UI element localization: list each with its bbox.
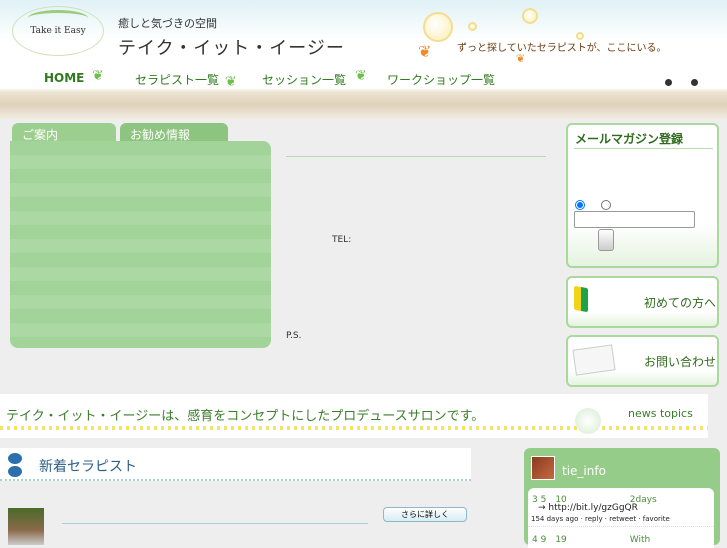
divider (286, 156, 546, 157)
tagline: 癒しと気づきの空間 (118, 17, 217, 30)
bubble-decoration (468, 22, 477, 31)
therapist-photo[interactable] (8, 508, 44, 545)
more-details-button[interactable]: さらに詳しく (383, 507, 467, 522)
contact-button[interactable]: お問い合わせ (566, 335, 719, 387)
unsubscribe-radio[interactable] (601, 200, 611, 210)
site-logo[interactable]: Take it Easy (12, 6, 104, 56)
nav-sessions[interactable]: セッション一覧 (262, 71, 346, 88)
logo-text: Take it Easy (30, 26, 86, 36)
first-time-button[interactable]: 初めての方へ (566, 276, 719, 328)
bubble-decoration (522, 8, 538, 24)
sparkle-decoration (0, 426, 708, 430)
sprout-icon: ❦ (92, 68, 104, 84)
header: ❦ ❦ (0, 0, 727, 120)
tel-label: TEL: (332, 235, 352, 245)
concept-banner: テイク・イット・イージーは、感育をコンセプトにしたプロデュースサロンです。 ne… (0, 394, 708, 438)
divider (574, 148, 713, 149)
beginner-mark-icon (574, 285, 588, 313)
email-input[interactable] (574, 211, 695, 228)
contact-label: お問い合わせ (644, 355, 717, 369)
dot-decoration (691, 79, 698, 86)
mailmag-title: メールマガジン登録 (575, 132, 684, 146)
divider (62, 523, 368, 524)
dot-decoration (665, 79, 672, 86)
site-title: テイク・イット・イージー (118, 38, 345, 59)
sprout-icon: ❦ (225, 74, 237, 90)
butterfly-icon: ❦ (418, 42, 432, 61)
person-icon (8, 453, 22, 464)
tweet-link[interactable]: → http://bit.ly/gzGgQR (538, 503, 638, 513)
tab-guide[interactable]: ご案内 (12, 123, 116, 143)
divider (528, 526, 714, 527)
sprout-icon: ❦ (355, 68, 367, 84)
concept-text: テイク・イット・イージーは、感育をコンセプトにしたプロデュースサロンです。 (6, 409, 485, 424)
tweet-text: 4 9 19 With (532, 535, 651, 545)
guide-panel (10, 141, 271, 348)
catchphrase: ずっと探していたセラピストが、ここにいる。 (457, 43, 667, 54)
news-topics-label[interactable]: news topics (628, 407, 693, 420)
nav-therapists[interactable]: セラピスト一覧 (135, 71, 219, 88)
subscribe-radio[interactable] (575, 200, 585, 210)
mailmag-box: メールマガジン登録 (566, 123, 719, 268)
twitter-username[interactable]: tie_info (562, 464, 606, 478)
person-icon (8, 466, 22, 477)
nav-home[interactable]: HOME (44, 71, 84, 85)
envelope-icon (572, 344, 616, 376)
new-therapists-header: 新着セラピスト (0, 448, 471, 481)
tweet-meta[interactable]: 154 days ago · reply · retweet · favorit… (531, 515, 670, 523)
ps-label: P.S. (286, 331, 302, 341)
nav-workshops[interactable]: ワークショップ一覧 (387, 71, 495, 88)
new-therapists-title: 新着セラピスト (39, 459, 137, 475)
tab-recommended[interactable]: お勧め情報 (120, 123, 228, 143)
bubble-decoration (423, 12, 453, 42)
submit-button[interactable] (598, 229, 614, 251)
twitter-avatar[interactable] (531, 456, 555, 480)
first-time-label: 初めての方へ (644, 296, 717, 310)
tweet-list: 3 5 10 2days → http://bit.ly/gzGgQR 154 … (528, 488, 714, 548)
bubble-decoration (575, 408, 601, 434)
